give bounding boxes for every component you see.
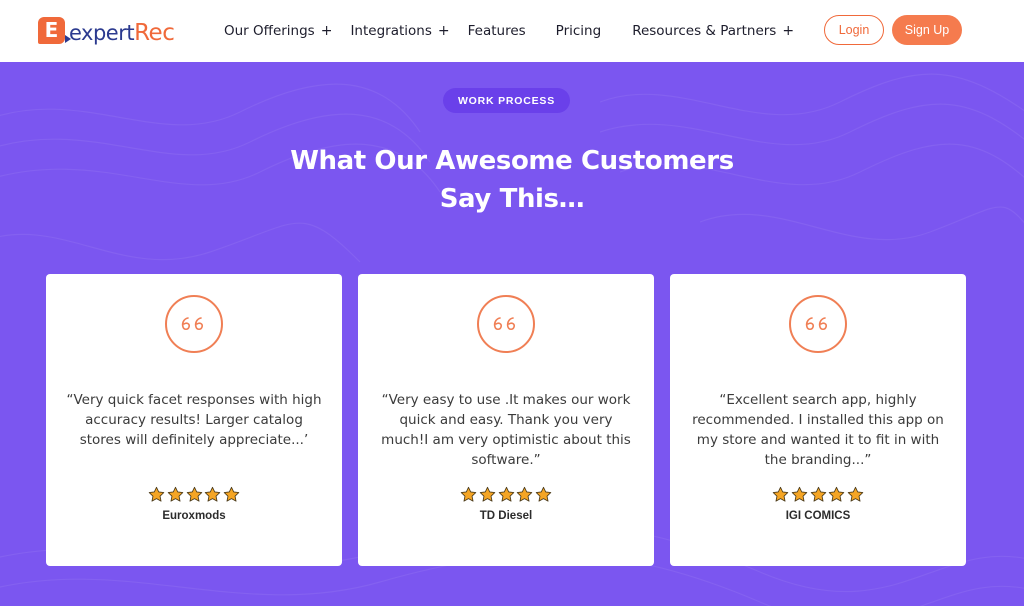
star-icon bbox=[223, 486, 240, 502]
nav-label: Pricing bbox=[555, 23, 602, 39]
login-button[interactable]: Login bbox=[824, 15, 884, 45]
plus-icon: + bbox=[437, 23, 450, 39]
star-icon bbox=[535, 486, 552, 502]
nav-item-resources-partners[interactable]: Resources & Partners + bbox=[632, 23, 794, 39]
nav-item-integrations[interactable]: Integrations + bbox=[350, 23, 449, 39]
logo-prefix: expert bbox=[69, 21, 135, 45]
testimonial-quote: “Very easy to use .It makes our work qui… bbox=[381, 392, 631, 468]
logo-wordmark: expertRec bbox=[69, 14, 175, 46]
star-icon bbox=[479, 486, 495, 502]
testimonial-card: “Very quick facet responses with high ac… bbox=[46, 274, 342, 566]
logo-mark-icon: E bbox=[38, 16, 71, 44]
nav-label: Integrations bbox=[350, 23, 432, 39]
main-nav: Our Offerings + Integrations + Features … bbox=[224, 0, 794, 62]
plus-icon: + bbox=[320, 23, 333, 39]
testimonial-author: Euroxmods bbox=[162, 510, 226, 522]
star-rating bbox=[460, 486, 552, 504]
expertrec-logo[interactable]: E expertRec bbox=[38, 14, 175, 46]
nav-item-our-offerings[interactable]: Our Offerings + bbox=[224, 23, 332, 39]
star-icon bbox=[205, 486, 221, 502]
logo-suffix: Rec bbox=[134, 20, 175, 46]
nav-label: Resources & Partners bbox=[632, 23, 777, 39]
star-icon bbox=[791, 486, 807, 502]
star-icon bbox=[167, 486, 183, 502]
quote-icon bbox=[477, 295, 535, 353]
star-icon bbox=[460, 486, 477, 502]
headline-line-2: Say This… bbox=[439, 184, 585, 214]
testimonial-quote: “Very quick facet responses with high ac… bbox=[66, 392, 322, 448]
star-icon bbox=[829, 486, 845, 502]
signup-button[interactable]: Sign Up bbox=[892, 15, 962, 45]
nav-item-pricing[interactable]: Pricing bbox=[556, 23, 602, 39]
quote-icon bbox=[789, 295, 847, 353]
star-rating bbox=[772, 486, 864, 504]
testimonial-author: IGI COMICS bbox=[785, 510, 851, 522]
star-icon bbox=[772, 486, 789, 502]
star-icon bbox=[498, 486, 514, 502]
site-header: E expertRec Our Offerings + Integrations… bbox=[0, 0, 1024, 62]
testimonial-card: “Very easy to use .It makes our work qui… bbox=[358, 274, 654, 566]
star-rating bbox=[148, 486, 240, 504]
star-icon bbox=[810, 486, 826, 502]
nav-label: Features bbox=[467, 23, 526, 39]
star-icon bbox=[148, 486, 165, 502]
star-icon bbox=[517, 486, 533, 502]
nav-label: Our Offerings bbox=[224, 23, 315, 39]
plus-icon: + bbox=[782, 23, 795, 39]
nav-item-features[interactable]: Features bbox=[468, 23, 526, 39]
work-process-badge: WORK PROCESS bbox=[443, 88, 570, 113]
headline-line-1: What Our Awesome Customers bbox=[290, 146, 734, 176]
testimonial-card: “Excellent search app, highly recommende… bbox=[670, 274, 966, 566]
testimonial-author: TD Diesel bbox=[479, 510, 533, 522]
star-icon bbox=[186, 486, 202, 502]
testimonial-quote: “Excellent search app, highly recommende… bbox=[692, 392, 944, 468]
quote-icon bbox=[165, 295, 223, 353]
section-headline: What Our Awesome Customers Say This… bbox=[212, 142, 812, 218]
star-icon bbox=[847, 486, 864, 502]
